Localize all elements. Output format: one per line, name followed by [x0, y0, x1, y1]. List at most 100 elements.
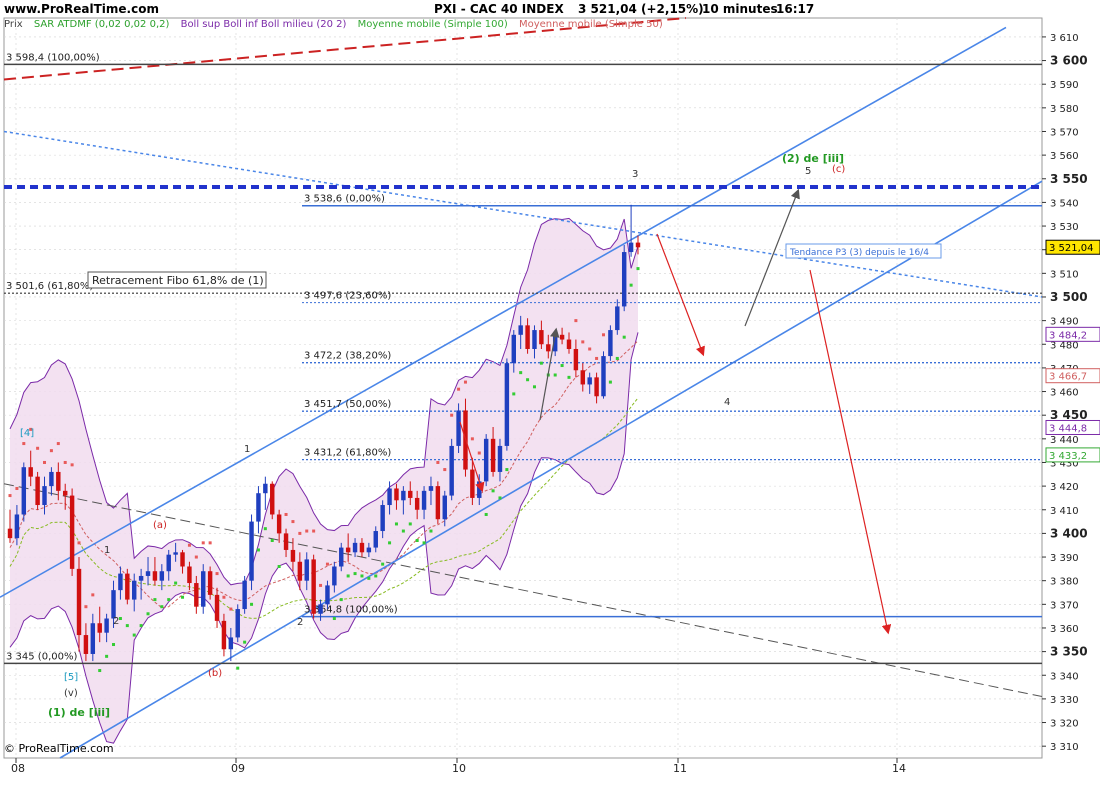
candle-down [394, 488, 399, 501]
sar-dot [415, 538, 419, 542]
candle-up [159, 571, 165, 581]
candle-up [49, 471, 54, 487]
y-tick-label: 3 610 [1050, 33, 1079, 44]
sar-dot [70, 463, 74, 467]
candle-down [566, 339, 572, 349]
candle-up [145, 571, 151, 576]
sar-dot [270, 538, 274, 542]
chart-frame: 3 310 3 320 3 330 3 340 3 350 3 360 3 370 3 380… [0, 0, 1100, 800]
candle-down [539, 330, 544, 345]
candle-down [194, 583, 199, 607]
candle-up [166, 554, 171, 572]
candle-down [546, 344, 551, 352]
candle-up [304, 559, 309, 581]
level-0-label: 3 538,6 (0,00%) [304, 194, 385, 205]
candle-down [125, 573, 130, 600]
candle-up [518, 325, 523, 335]
sar-dot [339, 598, 343, 602]
candle-down [594, 377, 599, 397]
wave-label: [5] [64, 672, 78, 683]
legend-ma50[interactable]: Moyenne mobile (Simple 50) [519, 19, 663, 30]
legend-ma100[interactable]: Moyenne mobile (Simple 100) [358, 19, 508, 30]
price-tag-label: 3 521,04 [1049, 243, 1094, 254]
sar-dot [256, 548, 260, 552]
retracement-label: Retracement Fibo 61,8% de (1) [92, 274, 264, 287]
candle-down [28, 467, 33, 477]
sar-dot [567, 375, 571, 379]
sar-dot [394, 522, 398, 526]
level-23-6-label: 3 497,6 (23,60%) [304, 291, 391, 302]
level-100-high-label: 3 598,4 (100,00%) [6, 52, 100, 63]
sar-dot [194, 555, 198, 559]
candle-up [90, 623, 96, 654]
sar-dot [436, 460, 440, 464]
sar-dot [450, 413, 454, 417]
y-tick-label: 3 480 [1050, 340, 1079, 351]
y-tick-label: 3 390 [1050, 553, 1079, 564]
wave-label-minor: 1 [104, 545, 110, 556]
sar-dot [443, 468, 447, 472]
candle-up [242, 580, 247, 610]
candle-down [69, 495, 75, 569]
candle-up [256, 493, 261, 522]
legend-prix[interactable]: Prix [4, 19, 23, 30]
copyright: © ProRealTime.com [4, 742, 114, 755]
candle-up [138, 575, 144, 581]
candle-up [477, 481, 482, 498]
sar-dot [305, 529, 309, 533]
candle-up [504, 363, 510, 446]
sar-dot [360, 574, 364, 578]
candle-down [290, 549, 296, 562]
sar-dot [498, 496, 502, 500]
sar-dot [595, 356, 599, 360]
candle-up [428, 486, 434, 491]
price-chart[interactable]: 3 310 3 320 3 330 3 340 3 350 3 360 3 370 3 380… [0, 0, 1100, 800]
candle-down [435, 486, 441, 520]
candle-up [332, 566, 337, 586]
legend-bollinger[interactable]: Boll sup Boll inf Boll milieu (20 2) [181, 19, 347, 30]
sar-dot [608, 380, 612, 384]
candle-down [35, 476, 40, 506]
candle-up [339, 547, 344, 567]
y-tick-label: 3 530 [1050, 222, 1079, 233]
candle-down [276, 514, 282, 534]
price-tag-label: 3 484,2 [1049, 330, 1087, 341]
y-tick-label: 3 310 [1050, 742, 1079, 753]
site-title[interactable]: www.ProRealTime.com [4, 2, 159, 16]
sar-dot [222, 595, 226, 599]
y-tick-label: 3 510 [1050, 269, 1079, 280]
candle-up [483, 438, 489, 482]
candle-down [152, 571, 158, 581]
candle-down [7, 528, 13, 539]
wave-label: 1 [244, 444, 250, 455]
y-tick-label: 3 350 [1050, 645, 1088, 659]
candle-down [214, 594, 220, 621]
x-tick-label: 09 [231, 762, 245, 775]
wave-label-minor: 2 [113, 616, 119, 627]
candle-down [408, 490, 413, 498]
sar-dot [43, 460, 47, 464]
candle-down [180, 552, 185, 567]
candle-up [111, 590, 116, 619]
candle-up [511, 334, 516, 364]
sar-dot [153, 598, 157, 602]
legend-sar[interactable]: SAR ATDMF (0,02 0,02 0,2) [34, 19, 170, 30]
y-tick-label: 3 540 [1050, 198, 1079, 209]
x-tick-label: 14 [892, 762, 906, 775]
sar-dot [553, 373, 557, 377]
candle-down [187, 566, 192, 584]
sar-dot [512, 392, 516, 396]
sar-dot [132, 633, 136, 637]
candle-up [318, 604, 323, 614]
candle-up [325, 585, 330, 605]
candle-up [449, 445, 454, 496]
sar-dot [346, 574, 350, 578]
sar-dot [15, 486, 19, 490]
sar-dot [367, 576, 371, 580]
candle-up [456, 410, 461, 446]
candle-up [42, 486, 47, 506]
y-tick-label: 3 420 [1050, 482, 1079, 493]
sar-dot [63, 460, 67, 464]
sar-dot [284, 512, 288, 516]
sar-dot [77, 541, 81, 545]
